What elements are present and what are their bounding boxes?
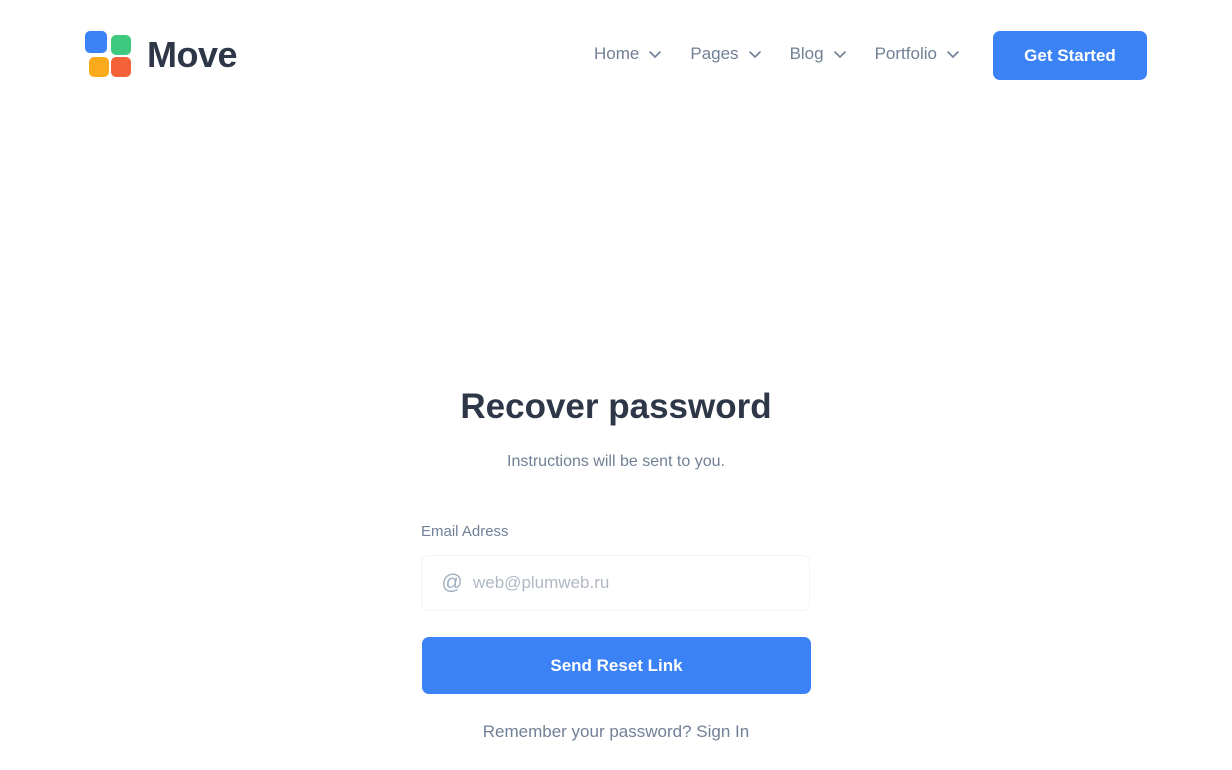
email-label: Email Adress: [421, 523, 509, 540]
chevron-down-icon: [748, 51, 761, 58]
nav-item-label: Blog: [789, 44, 824, 63]
at-icon: @: [441, 571, 463, 594]
logo-square-yellow: [89, 57, 109, 77]
nav-item-home[interactable]: Home: [594, 44, 662, 64]
logo-square-green: [111, 35, 131, 55]
sign-in-link[interactable]: Sign In: [696, 722, 749, 741]
email-field-wrapper: @: [421, 555, 810, 611]
brand-name: Move: [147, 34, 238, 75]
nav-item-label: Pages: [690, 44, 739, 63]
remember-prompt: Remember your password?: [482, 722, 692, 741]
nav-item-blog[interactable]: Blog: [790, 44, 847, 64]
logo-square-blue: [85, 31, 107, 53]
site-header: Move Home Pages Blog Portfolio Get Start…: [0, 0, 1232, 110]
chevron-down-icon: [947, 51, 959, 58]
brand-logo-link[interactable]: Move: [85, 31, 238, 79]
nav-item-portfolio[interactable]: Portfolio: [875, 44, 960, 64]
recover-password-page: Move Home Pages Blog Portfolio Get Start…: [0, 0, 1232, 770]
chevron-down-icon: [649, 51, 662, 58]
page-subtitle: Instructions will be sent to you.: [507, 453, 725, 470]
remember-password-text: Remember your password? Sign In: [0, 722, 1232, 742]
logo-square-red: [111, 57, 131, 77]
chevron-down-icon: [833, 51, 846, 58]
send-reset-link-button[interactable]: Send Reset Link: [422, 637, 811, 694]
nav-item-label: Portfolio: [874, 44, 937, 63]
page-title: Recover password: [460, 387, 772, 426]
email-field[interactable]: [473, 568, 793, 598]
get-started-button[interactable]: Get Started: [993, 31, 1147, 80]
main-nav: Home Pages Blog Portfolio: [594, 40, 960, 68]
logo-icon: [85, 31, 133, 79]
nav-item-pages[interactable]: Pages: [690, 44, 761, 64]
nav-item-label: Home: [594, 44, 640, 63]
